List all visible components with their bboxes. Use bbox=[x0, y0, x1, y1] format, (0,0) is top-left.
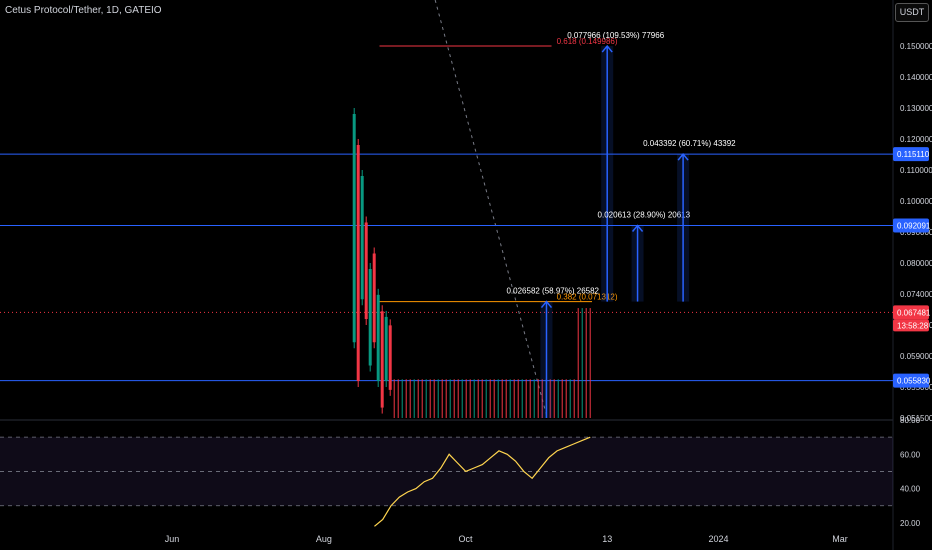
price-tag-label: 0.092091 bbox=[897, 222, 931, 231]
rsi-axis-label: 60.00 bbox=[900, 450, 921, 459]
candle-body bbox=[384, 316, 388, 381]
price-axis-label: 0.150000 bbox=[900, 42, 932, 51]
price-tag-label: 0.067481 bbox=[897, 308, 931, 317]
time-axis-label: Mar bbox=[832, 534, 848, 544]
price-axis-label: 0.120000 bbox=[900, 135, 932, 144]
currency-button[interactable]: USDT bbox=[895, 3, 929, 22]
rsi-axis-label: 20.00 bbox=[900, 519, 921, 528]
candle-body bbox=[376, 294, 380, 381]
rsi-axis-label: 80.00 bbox=[900, 416, 921, 425]
rsi-band bbox=[0, 437, 893, 506]
candle-body bbox=[360, 176, 364, 300]
measure-label: 0.020613 (28.90%) 20613 bbox=[598, 211, 691, 220]
trend-line bbox=[434, 0, 547, 416]
candle-body bbox=[388, 325, 392, 390]
candle-body bbox=[352, 114, 356, 343]
chart-canvas[interactable]: 0.618 (0.149986)0.382 (0.071312)0.026582… bbox=[0, 0, 932, 550]
time-axis-label: 2024 bbox=[709, 534, 729, 544]
price-axis-label: 0.130000 bbox=[900, 104, 932, 113]
price-axis-label: 0.140000 bbox=[900, 73, 932, 82]
time-axis-label: Aug bbox=[316, 534, 332, 544]
measure-label: 0.077966 (109.53%) 77966 bbox=[567, 31, 665, 40]
time-axis-label: Oct bbox=[459, 534, 474, 544]
price-axis-label: 0.074000 bbox=[900, 290, 932, 299]
measure-label: 0.043392 (60.71%) 43392 bbox=[643, 139, 736, 148]
candle-body bbox=[380, 311, 384, 408]
price-axis-label: 0.110000 bbox=[900, 166, 932, 175]
price-tag-label: 0.115110 bbox=[897, 150, 930, 159]
rsi-axis-label: 40.00 bbox=[900, 485, 921, 494]
candle-body bbox=[356, 145, 360, 381]
price-axis-label: 0.100000 bbox=[900, 197, 932, 206]
price-axis-label: 0.080000 bbox=[900, 259, 932, 268]
measure-label: 0.026582 (58.97%) 26582 bbox=[506, 287, 599, 296]
time-axis-label: Jun bbox=[165, 534, 180, 544]
time-axis-label: 13 bbox=[602, 534, 612, 544]
price-axis-label: 0.059000 bbox=[900, 352, 932, 361]
price-tag-label: 0.055830 bbox=[897, 377, 931, 386]
candle-body bbox=[368, 269, 372, 366]
candle-body bbox=[372, 253, 376, 343]
countdown-label: 13:58:28 bbox=[897, 321, 929, 330]
candle-body bbox=[364, 222, 368, 319]
chart-title: Cetus Protocol/Tether, 1D, GATEIO bbox=[5, 5, 162, 16]
